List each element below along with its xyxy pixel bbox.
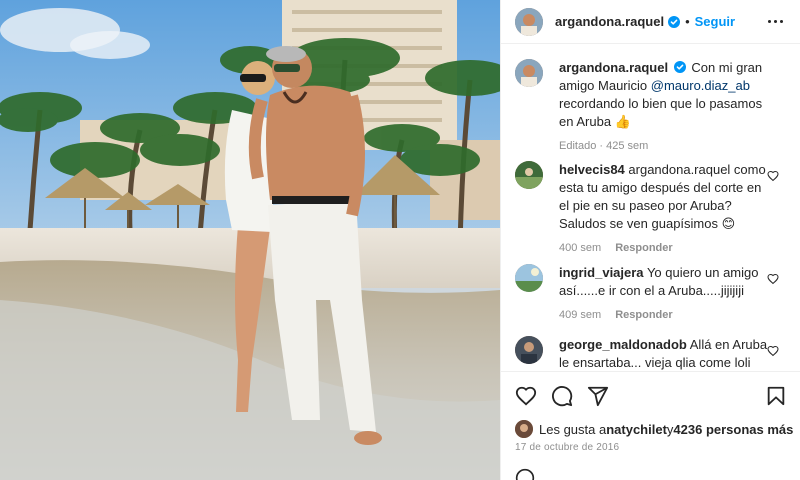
caption-emoji: 👍 [614,114,631,129]
post-date[interactable]: 17 de octubre de 2016 [515,442,619,453]
small-heart-icon[interactable] [767,345,779,357]
comment-username[interactable]: ingrid_viajera [559,265,644,280]
caption-text-end: recordando lo bien que lo pasamos en Aru… [559,96,763,129]
likes-summary: Les gusta a natychilet y 4236 personas m… [515,420,793,438]
comment-body: george_maldonadob Allá en Aruba le ensar… [559,336,769,370]
comment-username[interactable]: george_maldonadob [559,337,687,352]
action-icon-row [515,384,787,408]
comment-row: george_maldonadob Allá en Aruba le ensar… [515,336,787,370]
comment-body: ingrid_viajera Yo quiero un amigo así...… [559,264,769,324]
likes-others-link[interactable]: 4236 personas más [673,422,793,437]
comment-avatar[interactable] [515,161,543,189]
post-actions: Les gusta a natychilet y 4236 personas m… [501,371,800,480]
comment-time[interactable]: 400 sem [559,239,601,257]
author-avatar[interactable] [515,7,543,36]
caption-row: argandona.raquel Con mi gran amigo Mauri… [515,59,787,155]
follow-button[interactable]: Seguir [695,14,735,29]
verified-badge-icon [668,15,681,28]
comment-body: helvecis84 argandona.raquel como esta tu… [559,161,769,257]
post-side-panel: argandona.raquel • Seguir argandona.raqu… [500,0,800,480]
more-options-icon[interactable] [764,16,787,27]
liker-username[interactable]: natychilet [606,422,667,437]
reply-button[interactable]: Responder [615,239,672,257]
caption-username[interactable]: argandona.raquel [559,60,668,75]
liker-avatar[interactable] [515,420,533,438]
comment-meta: 409 sem Responder [559,306,769,324]
emoji-icon[interactable] [515,468,535,480]
comment-avatar[interactable] [515,264,543,292]
caption-meta: Editado · 425 sem [559,140,649,152]
comment-time[interactable]: 409 sem [559,306,601,324]
comment-meta: 400 sem Responder [559,239,769,257]
small-heart-icon[interactable] [767,273,779,285]
caption-mention-link[interactable]: @mauro.diaz_ab [651,78,750,93]
edited-label: Editado [559,140,597,152]
bookmark-icon[interactable] [765,385,787,407]
caption-body: argandona.raquel Con mi gran amigo Mauri… [559,59,769,155]
comment-icon[interactable] [551,385,573,407]
verified-badge-icon [673,61,686,73]
header-separator: • [685,14,690,29]
comment-row: helvecis84 argandona.raquel como esta tu… [515,161,787,257]
heart-icon[interactable] [515,385,537,407]
comment-row: ingrid_viajera Yo quiero un amigo así...… [515,264,787,324]
likes-prefix: Les gusta a [539,421,607,437]
comment-avatar[interactable] [515,336,543,364]
comment-username[interactable]: helvecis84 [559,162,625,177]
beach-photo-image [0,0,500,480]
post-photo[interactable] [0,0,500,480]
comments-list[interactable]: argandona.raquel Con mi gran amigo Mauri… [501,45,800,370]
share-icon[interactable] [587,385,609,407]
comment-emoji: 😊 [721,216,736,231]
author-username[interactable]: argandona.raquel [555,14,664,29]
caption-avatar[interactable] [515,59,543,87]
caption-time[interactable]: 425 sem [606,140,648,152]
small-heart-icon[interactable] [767,170,779,182]
post-header: argandona.raquel • Seguir [501,0,800,44]
reply-button[interactable]: Responder [615,306,672,324]
